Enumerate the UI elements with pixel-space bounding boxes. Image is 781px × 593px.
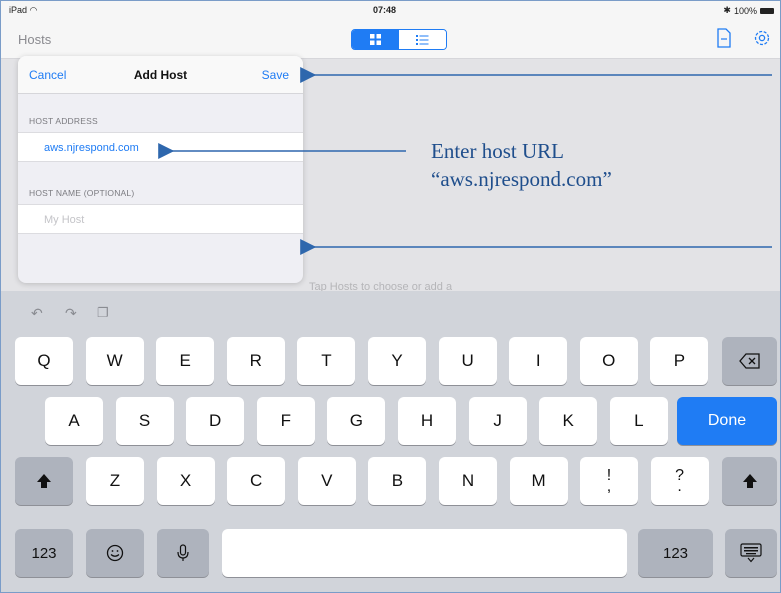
dictation-key[interactable] xyxy=(157,529,209,577)
annotation-arrows xyxy=(158,67,772,255)
emoji-icon xyxy=(106,544,124,562)
key-w[interactable]: W xyxy=(85,337,144,385)
shift-icon xyxy=(742,474,757,488)
key-o[interactable]: O xyxy=(579,337,638,385)
numbers-key-left[interactable]: 123 xyxy=(15,529,73,577)
key-h[interactable]: H xyxy=(398,397,456,445)
undo-icon[interactable]: ↶ xyxy=(31,305,43,322)
key-d[interactable]: D xyxy=(186,397,245,445)
key-r[interactable]: R xyxy=(226,337,285,385)
shift-key-right[interactable] xyxy=(722,457,777,505)
key-b[interactable]: B xyxy=(368,457,427,505)
emoji-key[interactable] xyxy=(86,529,144,577)
key-v[interactable]: V xyxy=(297,457,356,505)
key-q[interactable]: Q xyxy=(15,337,73,385)
key-p[interactable]: P xyxy=(650,337,709,385)
key-i[interactable]: I xyxy=(509,337,568,385)
backspace-icon xyxy=(738,353,760,369)
space-key[interactable] xyxy=(222,529,627,577)
key-n[interactable]: N xyxy=(439,457,497,505)
key-f[interactable]: F xyxy=(256,397,315,445)
clipboard-icon[interactable]: ❐ xyxy=(97,305,109,321)
punct-key-1[interactable]: ?. xyxy=(650,457,709,505)
key-z[interactable]: Z xyxy=(86,457,144,505)
key-m[interactable]: M xyxy=(509,457,568,505)
redo-icon[interactable]: ↷ xyxy=(65,305,77,322)
shift-key-left[interactable] xyxy=(15,457,73,505)
key-l[interactable]: L xyxy=(609,397,668,445)
ipad-screen: iPad ◠ 07:48 ✱ 100% Hosts Tap Hosts to c… xyxy=(0,0,781,593)
key-a[interactable]: A xyxy=(45,397,103,445)
key-s[interactable]: S xyxy=(115,397,174,445)
shift-icon xyxy=(37,474,51,488)
punct-bottom: , xyxy=(606,478,612,495)
key-y[interactable]: Y xyxy=(368,337,426,385)
backspace-key[interactable] xyxy=(722,337,777,385)
key-t[interactable]: T xyxy=(297,337,356,385)
done-key[interactable]: Done xyxy=(677,397,777,445)
microphone-icon xyxy=(177,544,189,561)
key-c[interactable]: C xyxy=(227,457,286,505)
key-u[interactable]: U xyxy=(438,337,497,385)
punct-bottom: . xyxy=(677,478,682,495)
keyboard-dismiss-icon xyxy=(740,543,762,563)
key-k[interactable]: K xyxy=(539,397,598,445)
numbers-key-right[interactable]: 123 xyxy=(638,529,713,577)
on-screen-keyboard: ↶ ↷ ❐ Q W E R T Y U I O P A S D F G H J K L Done Z X C V B N M!,?.… xyxy=(1,291,780,592)
keyboard-shortcut-bar: ↶ ↷ ❐ xyxy=(1,291,780,331)
dismiss-keyboard-key[interactable] xyxy=(725,529,777,577)
key-j[interactable]: J xyxy=(468,397,527,445)
punct-key-0[interactable]: !, xyxy=(580,457,638,505)
key-e[interactable]: E xyxy=(156,337,215,385)
key-x[interactable]: X xyxy=(156,457,215,505)
key-g[interactable]: G xyxy=(327,397,386,445)
